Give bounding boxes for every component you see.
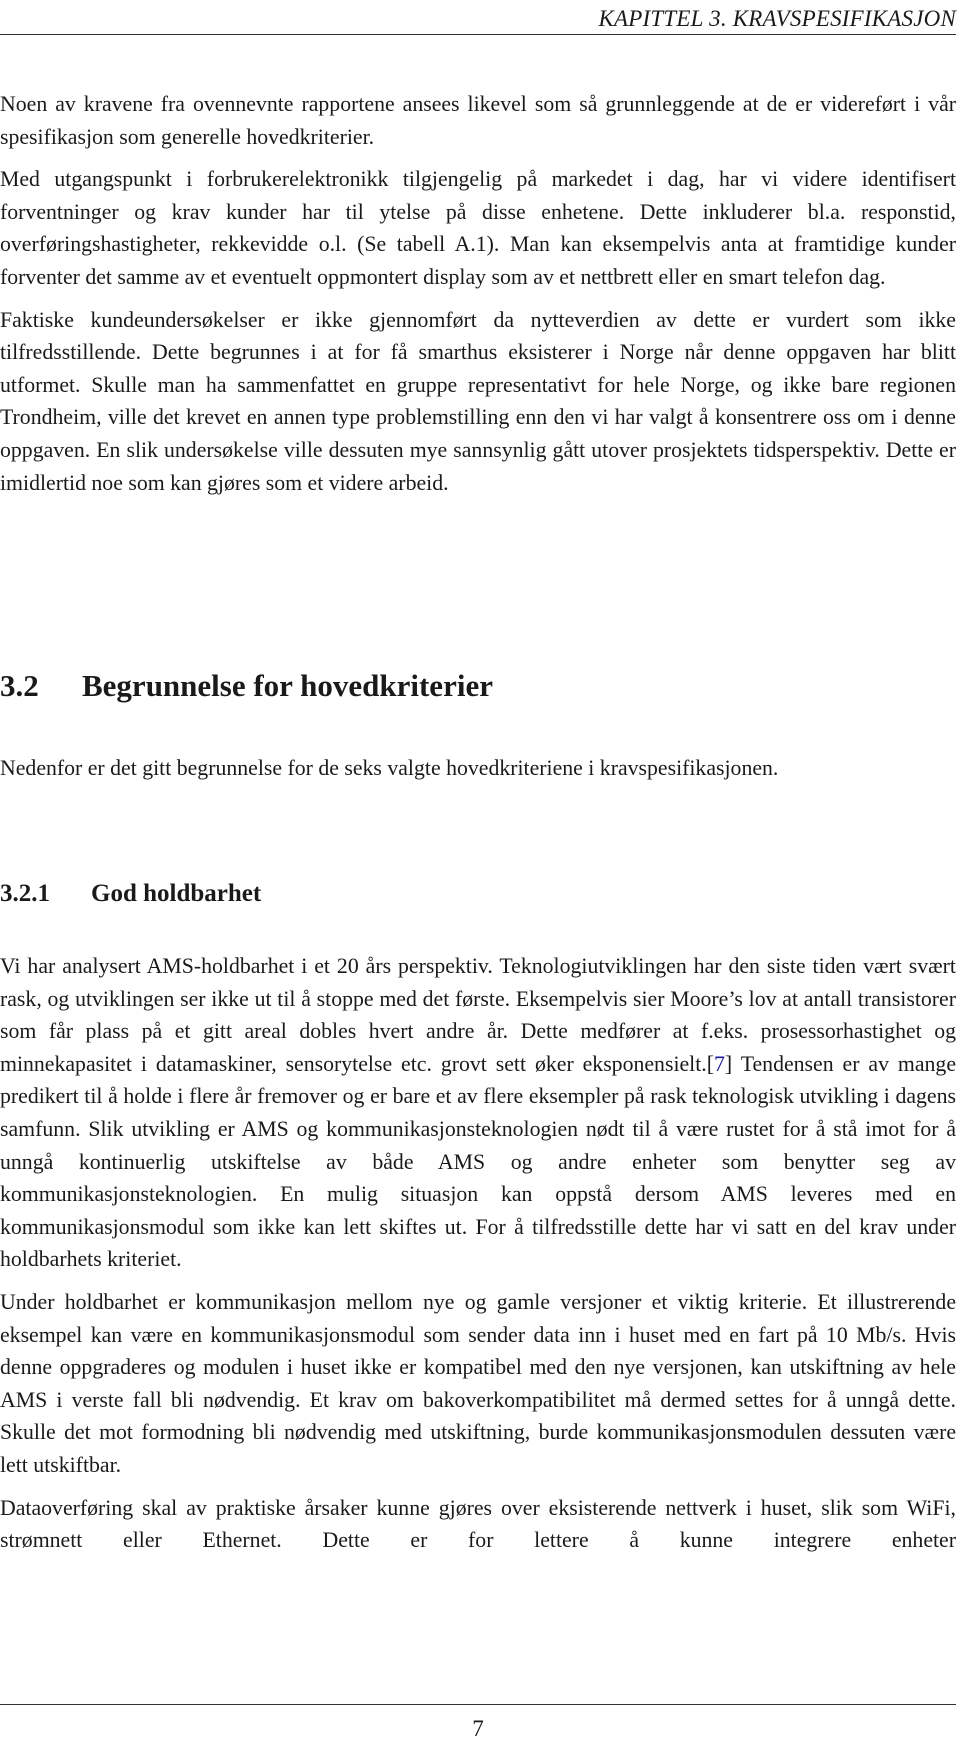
section-heading: 3.2 Begrunnelse for hovedkriterier [0,668,493,704]
citation-link[interactable]: 7 [714,1052,725,1076]
paragraph: Med utgangspunkt i forbrukerelektronikk … [0,167,956,289]
subsection-title: God holdbarhet [91,880,262,907]
paragraph: Noen av kravene fra ovennevnte rapporten… [0,92,956,149]
paragraph: Dataoverføring skal av praktiske årsaker… [0,1495,956,1553]
paragraph: Faktiske kundeundersøkelser er ikke gjen… [0,307,956,495]
running-head: KAPITTEL 3. KRAVSPESIFIKASJON [598,6,956,31]
section-intro: Nedenfor er det gitt begrunnelse for de … [0,752,956,795]
intro-text: Noen av kravene fra ovennevnte rapporten… [0,88,956,509]
paragraph: Nedenfor er det gitt begrunnelse for de … [0,756,779,780]
subsection-number: 3.2.1 [0,880,50,907]
footer-rule [0,1704,956,1705]
paragraph-text: ] Tendensen er av mange predikert til å … [0,1051,956,1272]
subsection-heading: 3.2.1 God holdbarhet [0,880,261,908]
paragraph: Under holdbarhet er kommunikasjon mellom… [0,1289,956,1477]
header-rule [0,34,956,35]
subsection-text: Vi har analysert AMS-holdbarhet i et 20 … [0,950,956,1567]
section-number: 3.2 [0,668,39,703]
page-number: 7 [472,1716,484,1741]
section-title: Begrunnelse for hovedkriterier [82,668,493,703]
paragraph: Vi har analysert AMS-holdbarhet i et 20 … [0,950,956,1276]
